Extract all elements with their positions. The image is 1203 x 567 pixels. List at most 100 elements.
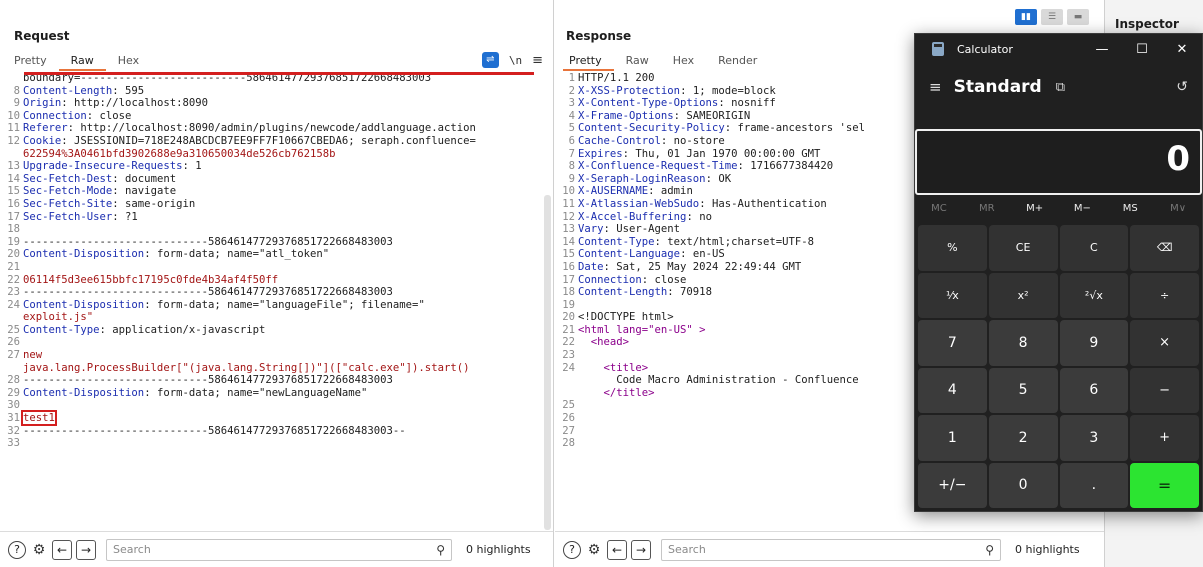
digit-9-button[interactable]: 9 [1059, 320, 1129, 366]
digit-4-button[interactable]: 4 [918, 367, 987, 413]
header-name: Date [578, 260, 604, 273]
digit-3-button[interactable]: 3 [1059, 415, 1129, 461]
line-number: 33 [7, 437, 20, 450]
header-name: X-Content-Type-Options [578, 97, 719, 110]
digit-6-button[interactable]: 6 [1059, 367, 1129, 413]
decimal-button[interactable]: . [1059, 462, 1129, 508]
multiply-button[interactable]: × [1130, 320, 1199, 366]
minimize-button[interactable]: — [1082, 42, 1122, 57]
line-number: 9 [13, 97, 20, 110]
digit-5-button[interactable]: 5 [988, 367, 1058, 413]
square-button[interactable]: x² [988, 272, 1058, 318]
digit-0-button[interactable]: 0 [988, 462, 1058, 508]
line-number: 32 [7, 424, 20, 437]
back-arrow-icon[interactable]: ← [52, 539, 72, 560]
line-text: java.lang.ProcessBuilder["(java.lang.Str… [23, 362, 545, 375]
digit-1-button[interactable]: 1 [918, 415, 987, 461]
square-root-button[interactable]: ²√x [1059, 272, 1129, 318]
layout-stacked-icon[interactable]: ☰ [1041, 9, 1063, 25]
help-icon[interactable]: ? [563, 540, 581, 559]
memory-add-button[interactable]: M+ [1011, 203, 1059, 221]
line-number: 28 [7, 374, 20, 387]
line-number: 9 [568, 172, 575, 185]
calculator-titlebar[interactable]: Calculator — ☐ ✕ [915, 34, 1202, 64]
response-tabs: Pretty Raw Hex Render [563, 53, 769, 71]
response-search-input[interactable]: Search ⚲ [661, 538, 1001, 561]
wrap-lines-icon[interactable]: ⇌ [481, 52, 499, 68]
line-text: Content-Disposition: form-data; name="la… [23, 299, 545, 312]
layout-side-by-side-icon[interactable]: ▮▮ [1015, 9, 1037, 25]
request-search-input[interactable]: Search ⚲ [106, 538, 452, 561]
request-scrollbar[interactable] [544, 195, 551, 530]
request-tab-raw[interactable]: Raw [58, 53, 106, 71]
code-line: 11 Referer: http://localhost:8090/admin/p… [6, 122, 545, 135]
header-value: : close [641, 273, 687, 286]
line-number: 27 [7, 349, 20, 362]
request-tab-pretty[interactable]: Pretty [8, 53, 59, 71]
memory-list-button[interactable]: M∨ [1154, 203, 1202, 221]
header-value: : no-store [660, 134, 725, 147]
subtract-button[interactable]: − [1130, 367, 1199, 413]
negate-button[interactable]: +/− [918, 462, 987, 508]
forward-arrow-icon[interactable]: → [631, 539, 651, 560]
request-tab-hex[interactable]: Hex [106, 53, 151, 71]
response-tab-raw[interactable]: Raw [614, 53, 661, 71]
header-value: : 595 [112, 84, 145, 97]
memory-store-button[interactable]: MS [1106, 203, 1154, 221]
history-icon[interactable]: ↺ [1176, 79, 1188, 95]
close-button[interactable]: ✕ [1162, 42, 1202, 57]
line-text: -----------------------------58646147729… [23, 286, 545, 299]
line-text [23, 336, 545, 349]
line-number: 29 [7, 386, 20, 399]
clear-button[interactable]: C [1059, 225, 1129, 271]
inspector-title[interactable]: Inspector [1115, 17, 1179, 31]
digit-2-button[interactable]: 2 [988, 415, 1058, 461]
line-number: 24 [7, 298, 20, 311]
code-line: 19 -----------------------------586461477… [6, 236, 545, 249]
digit-8-button[interactable]: 8 [988, 320, 1058, 366]
memory-subtract-button[interactable]: M− [1058, 203, 1106, 221]
keep-on-top-icon[interactable]: ⧉ [1056, 80, 1065, 95]
header-name: Sec-Fetch-Mode [23, 185, 113, 198]
line-number: 26 [7, 336, 20, 349]
code-line: 30 [6, 399, 545, 412]
response-tab-pretty[interactable]: Pretty [563, 53, 614, 71]
clear-entry-button[interactable]: CE [988, 225, 1058, 271]
memory-clear-button[interactable]: MC [915, 203, 963, 221]
navigation-menu-icon[interactable]: ≡ [929, 78, 942, 96]
line-number: 20 [562, 311, 575, 324]
backspace-button[interactable]: ⌫ [1130, 225, 1199, 271]
header-name: Content-Disposition [23, 248, 145, 261]
gear-icon[interactable]: ⚙ [30, 541, 48, 559]
request-editor[interactable]: boundary=--------------------------58646… [6, 72, 545, 531]
header-name: Content-Language [578, 248, 681, 261]
divide-button[interactable]: ÷ [1130, 272, 1199, 318]
response-tab-hex[interactable]: Hex [661, 53, 706, 71]
line-number: 10 [7, 109, 20, 122]
maximize-button[interactable]: ☐ [1122, 42, 1162, 57]
header-value: : en-US [680, 248, 725, 261]
highlight-count: 0 highlights [466, 543, 531, 556]
line-content: boundary=--------------------------58646… [23, 72, 432, 84]
line-number: 3 [568, 97, 575, 110]
gear-icon[interactable]: ⚙ [585, 541, 603, 559]
memory-recall-button[interactable]: MR [963, 203, 1011, 221]
line-number: 19 [7, 235, 20, 248]
forward-arrow-icon[interactable]: → [76, 539, 96, 560]
help-icon[interactable]: ? [8, 540, 26, 559]
header-name: Connection [578, 273, 642, 286]
layout-single-icon[interactable]: ▬ [1067, 9, 1089, 25]
add-button[interactable]: + [1130, 415, 1199, 461]
digit-7-button[interactable]: 7 [918, 320, 987, 366]
equals-button[interactable]: = [1130, 462, 1199, 508]
line-text: Cookie: JSESSIONID=718E248ABCDCB7EE9FF7F… [23, 135, 545, 148]
percent-button[interactable]: % [918, 225, 987, 271]
reciprocal-button[interactable]: ¹⁄x [918, 272, 987, 318]
line-text: Sec-Fetch-Mode: navigate [23, 185, 545, 198]
response-tab-render[interactable]: Render [706, 53, 769, 71]
header-name: Content-Type [578, 235, 655, 248]
header-name: X-Seraph-LoginReason [578, 172, 706, 185]
back-arrow-icon[interactable]: ← [607, 539, 627, 560]
hamburger-menu-icon[interactable]: ≡ [532, 53, 543, 68]
show-newlines-button[interactable]: \n [509, 54, 522, 67]
